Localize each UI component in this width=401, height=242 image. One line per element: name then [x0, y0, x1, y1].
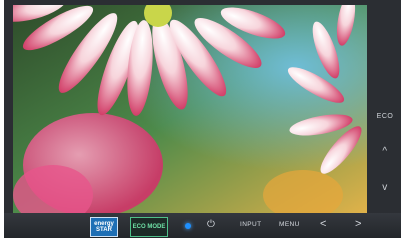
left-arrow-button[interactable]: <	[320, 218, 327, 230]
power-led-indicator	[185, 223, 191, 229]
eco-mode-badge: ECO MODE	[130, 217, 168, 237]
bottom-bezel: energy STAR ECO MODE ⏻ INPUT MENU < >	[4, 213, 401, 238]
power-icon[interactable]: ⏻	[207, 219, 215, 230]
flower-photo	[13, 5, 367, 213]
eco-button[interactable]: ECO	[369, 113, 401, 120]
eco-mode-label: ECO MODE	[132, 224, 166, 230]
up-button[interactable]: ^	[369, 146, 401, 157]
monitor-frame: ECO ^ v energy STAR ECO MODE ⏻ INPUT MEN…	[4, 0, 401, 238]
input-button[interactable]: INPUT	[240, 221, 262, 228]
menu-button[interactable]: MENU	[279, 221, 300, 228]
energy-star-logo: energy STAR	[90, 217, 118, 237]
side-control-panel: ECO ^ v	[369, 5, 401, 213]
right-arrow-button[interactable]: >	[355, 218, 362, 230]
down-button[interactable]: v	[369, 182, 401, 193]
energy-star-label: energy STAR	[94, 221, 114, 233]
monitor-screen	[13, 5, 367, 213]
